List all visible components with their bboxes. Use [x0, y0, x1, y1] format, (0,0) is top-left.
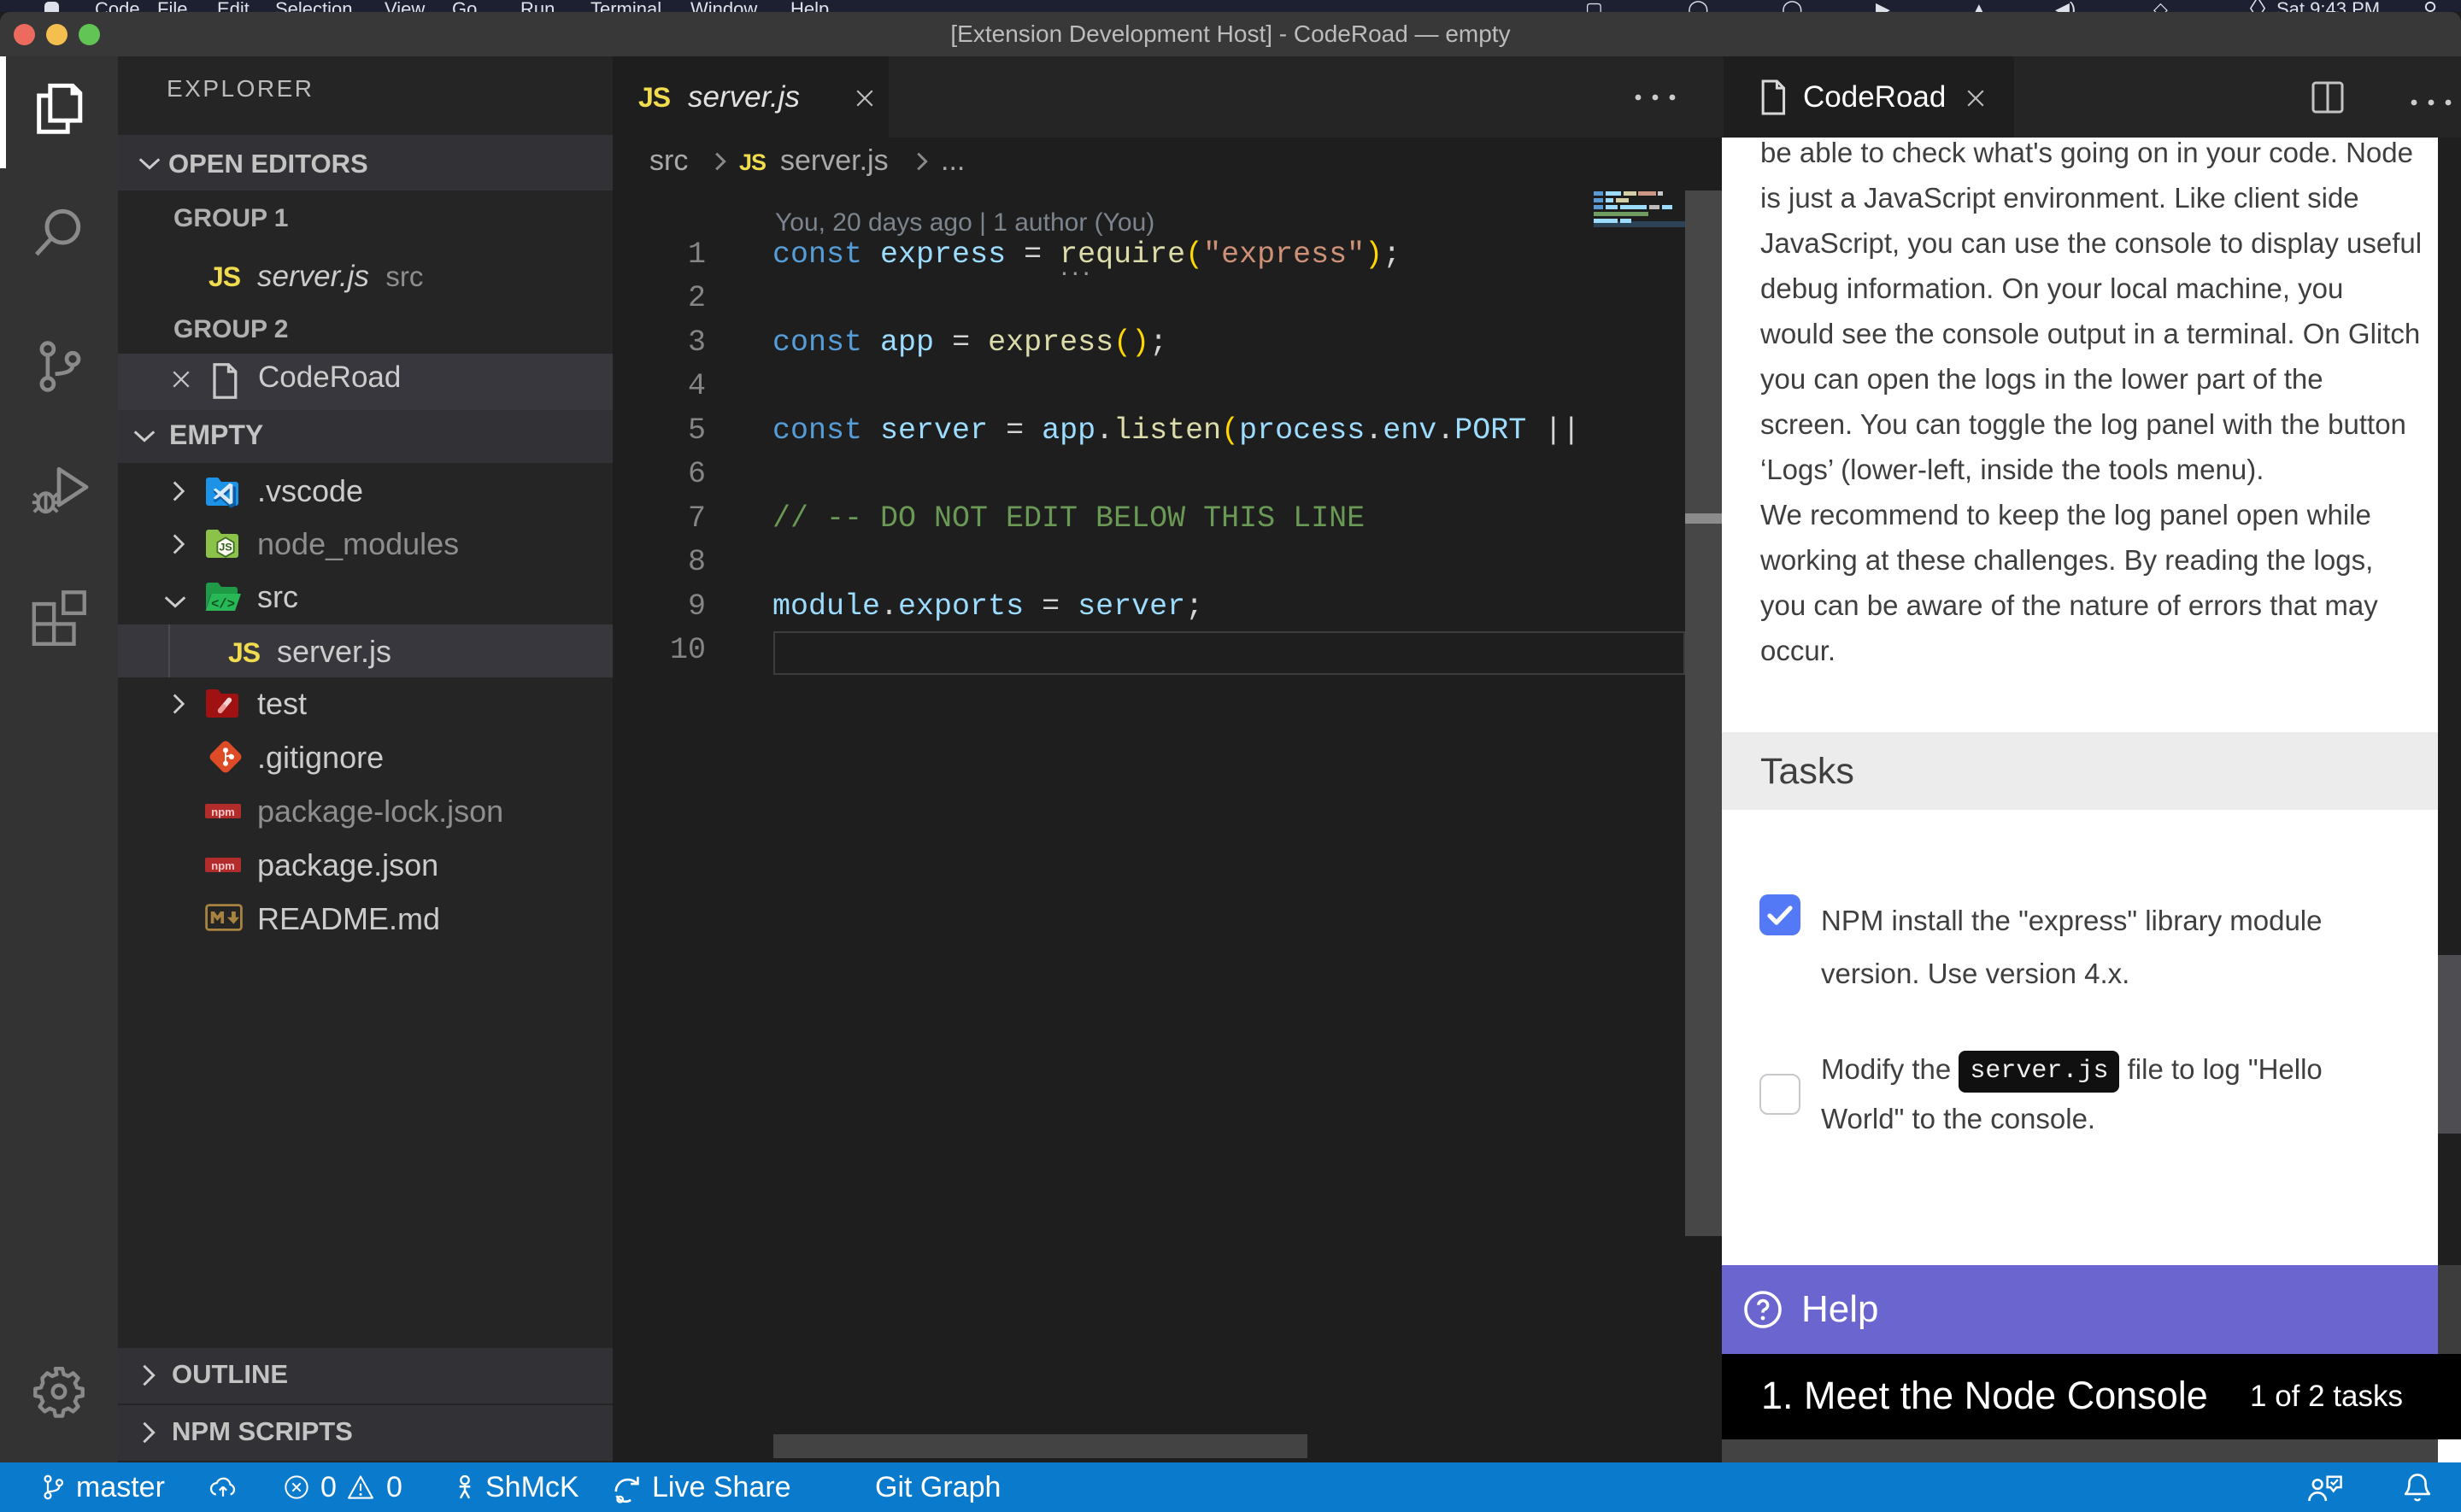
- svg-text:npm: npm: [211, 806, 234, 818]
- svg-text:</>: </>: [211, 597, 235, 612]
- svg-text:npm: npm: [211, 859, 234, 872]
- svg-text:JS: JS: [219, 542, 232, 554]
